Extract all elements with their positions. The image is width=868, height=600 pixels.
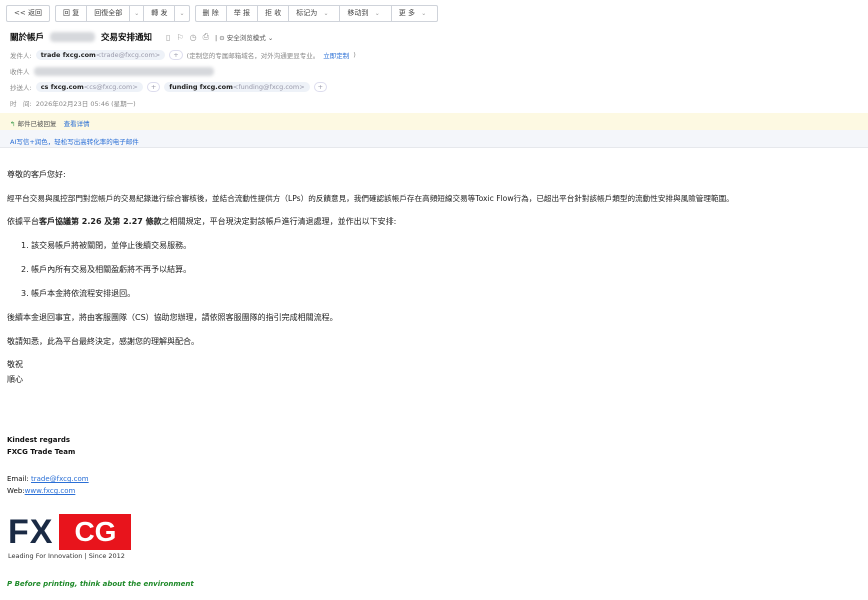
closing: 順心 <box>7 375 23 384</box>
list-item: 3. 帳戶本金將依流程安排退回。 <box>21 289 136 298</box>
redacted-account <box>50 32 96 42</box>
replied-notice: ↰ 邮件已被回复 查看详情 <box>0 113 868 130</box>
flag-icon[interactable]: ⚐ <box>176 33 183 42</box>
paragraph: 後續本金退回事宜，將由客服團隊（CS）協助您辦理，請依照客服團隊的指引完成相關流… <box>7 313 338 322</box>
forward-button[interactable]: 轉 发 <box>144 6 176 21</box>
redacted-recipient <box>33 66 214 76</box>
customize-link[interactable]: 立即定制 <box>323 50 349 60</box>
time-label: 时 间: <box>10 100 32 108</box>
clock-icon[interactable]: ◷ <box>190 33 197 42</box>
add-contact-button[interactable]: + <box>313 82 328 92</box>
reject-button[interactable]: 拒 收 <box>258 6 290 21</box>
toolbar: << 返回 回 复 回復全部 ⌄ 轉 发 ⌄ 删 除 举 报 拒 收 标记为 ⌄… <box>6 5 439 22</box>
time-value: 2026年02月23日 05:46 (星期一) <box>35 100 136 108</box>
paragraph: 經平台交易與風控部門對您帳戶的交易紀錄進行綜合審核後，並結合流動性提供方（LPs… <box>7 194 734 203</box>
web-link[interactable]: www.fxcg.com <box>25 487 76 495</box>
eco-note: P Before printing, think about the envir… <box>7 580 194 588</box>
cc-name: cs fxcg.com <box>40 83 84 91</box>
subject-suffix: 交易安排通知 <box>101 33 153 43</box>
list-item: 2. 帳戶內所有交易及相關盈虧將不再予以結算。 <box>21 265 192 274</box>
report-button[interactable]: 举 报 <box>227 6 258 21</box>
signature-regards: Kindest regards <box>7 436 71 444</box>
mark-as-label: 标记为 <box>296 9 318 17</box>
safe-mode-label: 安全浏览模式 <box>226 34 266 42</box>
signature-email: Email: trade@fxcg.com <box>7 475 89 483</box>
signature-team: FXCG Trade Team <box>7 448 76 456</box>
add-contact-button[interactable]: + <box>146 82 161 92</box>
forward-dropdown[interactable]: ⌄ <box>175 6 188 21</box>
sender-note: (定制您的专属邮箱域名，对外沟通更显专业。 <box>186 52 320 60</box>
sender-email: <trade@fxcg.com> <box>95 51 161 59</box>
view-details-link[interactable]: 查看详情 <box>64 120 90 128</box>
sender-row: 发件人: trade fxcg.com<trade@fxcg.com> + (定… <box>10 50 356 60</box>
bookmark-icon[interactable]: ▯ <box>166 33 170 42</box>
add-contact-button[interactable]: + <box>169 50 183 60</box>
signature-web: Web:www.fxcg.com <box>7 487 75 495</box>
move-to-button[interactable]: 移动到 ⌄ <box>340 6 392 21</box>
ai-banner-link[interactable]: AI写信+润色，轻松写出高转化率的电子邮件 <box>0 130 868 148</box>
reply-all-button[interactable]: 回復全部 <box>87 6 131 21</box>
cc-chip[interactable]: funding fxcg.com<funding@fxcg.com> <box>164 82 310 92</box>
chevron-down-icon: ⌄ <box>323 10 329 17</box>
list-item: 1. 該交易帳戶將被關閉，並停止後續交易服務。 <box>21 241 192 250</box>
logo-tagline: Leading For Innovation | Since 2012 <box>8 552 125 560</box>
web-label: Web: <box>7 487 25 495</box>
more-label: 更 多 <box>398 9 415 17</box>
email-subject: 關於帳戶 交易安排通知 ▯ ⚐ ◷ ⎙ | ⊙ 安全浏览模式 ⌄ <box>10 31 273 43</box>
subject-prefix: 關於帳戶 <box>10 33 45 43</box>
bold-text: 客戶協議第 2.26 及第 2.27 條款 <box>39 217 162 226</box>
more-button[interactable]: 更 多 ⌄ <box>392 6 438 21</box>
reply-button[interactable]: 回 复 <box>56 6 88 21</box>
print-icon[interactable]: ⎙ <box>203 32 209 42</box>
logo-cg: CG <box>59 514 132 550</box>
mark-as-button[interactable]: 标记为 ⌄ <box>289 6 341 21</box>
greeting: 尊敬的客戶您好: <box>7 170 66 179</box>
notice-text: 邮件已被回复 <box>17 120 57 128</box>
recipient-row: 收件人 <box>10 66 214 76</box>
email-link[interactable]: trade@fxcg.com <box>31 475 89 483</box>
email-label: Email: <box>7 475 29 483</box>
fxcg-logo: FX CG <box>8 513 132 551</box>
delete-button[interactable]: 删 除 <box>196 6 227 21</box>
reply-arrow-icon: ↰ <box>10 120 16 128</box>
logo-fx: FX <box>8 513 54 551</box>
time-row: 时 间: 2026年02月23日 05:46 (星期一) <box>10 98 136 108</box>
cc-name: funding fxcg.com <box>169 83 233 91</box>
chevron-down-icon: ⌄ <box>374 10 380 17</box>
safe-mode-toggle[interactable]: | ⊙ 安全浏览模式 ⌄ <box>215 32 273 42</box>
cc-label: 抄送人: <box>10 84 32 92</box>
sender-name: trade fxcg.com <box>40 51 96 59</box>
cc-chip[interactable]: cs fxcg.com<cs@fxcg.com> <box>35 82 143 92</box>
sender-label: 发件人: <box>10 52 32 60</box>
cc-email: <funding@fxcg.com> <box>232 83 305 91</box>
chevron-down-icon: ⌄ <box>421 10 427 17</box>
reply-all-dropdown[interactable]: ⌄ <box>130 6 145 21</box>
cc-row: 抄送人: cs fxcg.com<cs@fxcg.com> + funding … <box>10 82 328 92</box>
paragraph: 依據平台客戶協議第 2.26 及第 2.27 條款之相關規定，平台現決定對該帳戶… <box>7 216 396 227</box>
closing: 敬祝 <box>7 360 23 369</box>
paragraph: 敬請知悉，此為平台最終決定，感謝您的理解與配合。 <box>7 337 199 346</box>
text: 依據平台 <box>7 217 39 226</box>
sender-chip[interactable]: trade fxcg.com<trade@fxcg.com> <box>35 50 166 60</box>
move-to-label: 移动到 <box>347 9 369 17</box>
recipient-label: 收件人 <box>10 68 30 76</box>
back-button[interactable]: << 返回 <box>7 6 49 21</box>
text: 之相關規定，平台現決定對該帳戶進行清退處理，並作出以下安排: <box>161 217 397 226</box>
cc-email: <cs@fxcg.com> <box>83 83 138 91</box>
